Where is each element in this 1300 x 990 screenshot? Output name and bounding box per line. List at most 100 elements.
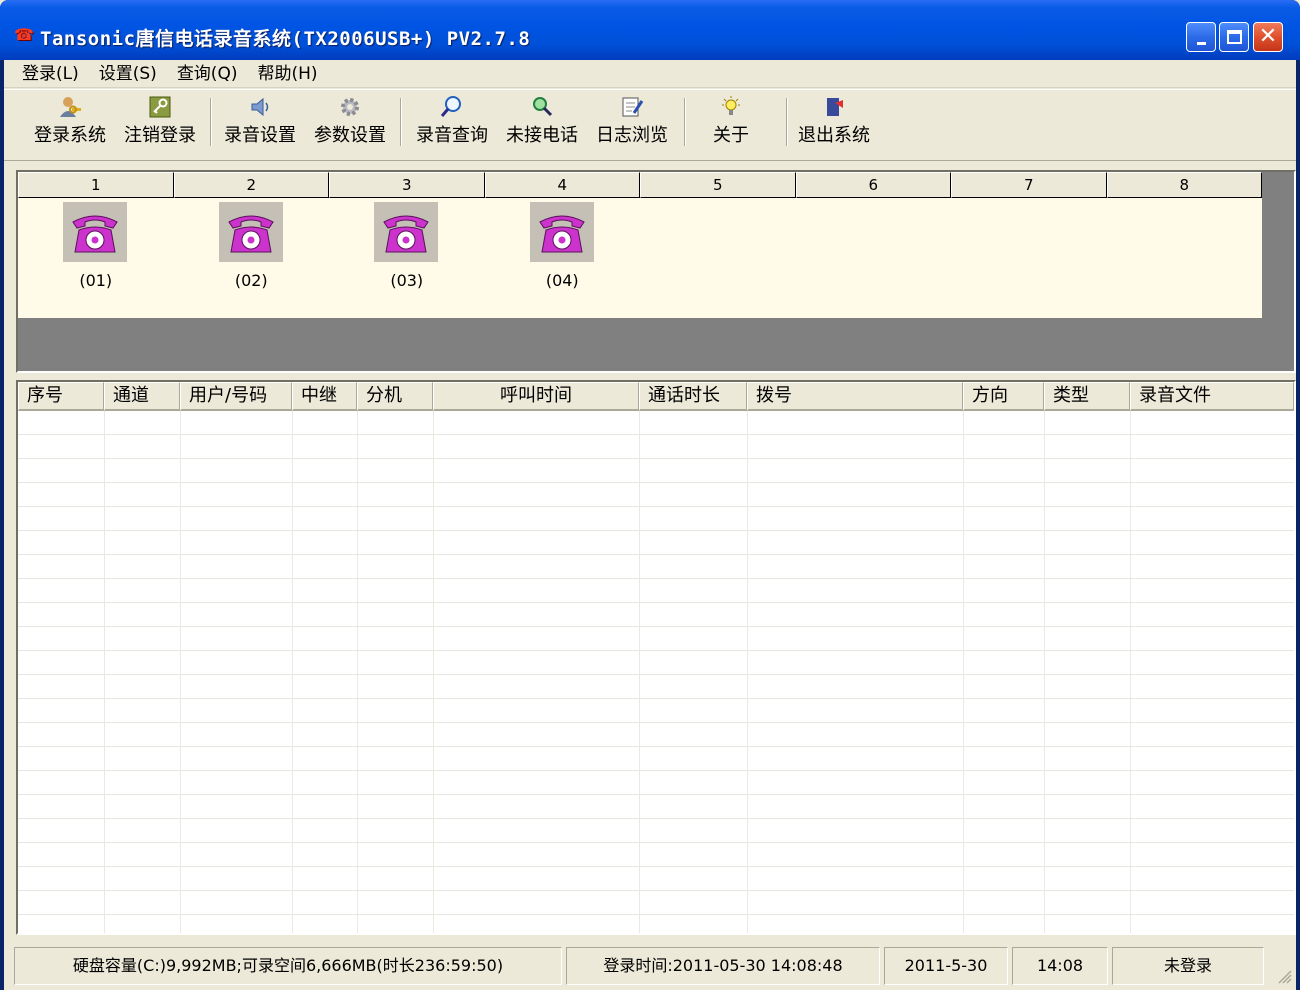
toolbar-label: 录音查询: [416, 125, 488, 146]
client-area: 登录(L) 设置(S) 查询(Q) 帮助(H) 登录系统 注销登录 录音设置 参…: [4, 60, 1296, 990]
lightbulb-icon: [719, 95, 743, 119]
telephone-icon[interactable]: [63, 202, 127, 262]
menu-bar: 登录(L) 设置(S) 查询(Q) 帮助(H): [4, 60, 1296, 88]
exit-door-icon: [822, 95, 846, 119]
toolbar-separator: [786, 98, 788, 146]
channel-panel: 1 2 3 4 5 6 7 8 (01) (02) (03) (04): [16, 170, 1296, 373]
user-key-icon: [58, 95, 82, 119]
channel-line-4[interactable]: (04): [485, 198, 641, 318]
toolbar-separator: [684, 98, 686, 146]
telephone-icon[interactable]: [529, 202, 594, 262]
channel-label: (02): [234, 271, 268, 290]
parameter-settings-button[interactable]: 参数设置: [308, 90, 392, 162]
speaker-icon: [248, 95, 272, 119]
maximize-icon: [1226, 30, 1242, 44]
channel-header-3[interactable]: 3: [329, 172, 485, 198]
channel-header-7[interactable]: 7: [951, 172, 1107, 198]
window-title: Tansonic唐信电话录音系统(TX2006USB+) PV2.7.8: [40, 28, 531, 50]
missed-calls-button[interactable]: 未接电话: [500, 90, 584, 162]
column-header-user-number[interactable]: 用户/号码: [180, 382, 292, 411]
log-edit-icon: [620, 95, 644, 119]
login-time-status: 登录时间:2011-05-30 14:08:48: [566, 947, 880, 985]
column-divider: [104, 411, 105, 933]
login-state-status: 未登录: [1112, 947, 1264, 985]
channel-header-4[interactable]: 4: [484, 172, 640, 198]
toolbar-label: 注销登录: [124, 125, 196, 146]
app-window: ☎ Tansonic唐信电话录音系统(TX2006USB+) PV2.7.8 ✕…: [0, 0, 1300, 990]
column-divider: [1044, 411, 1045, 933]
call-record-table[interactable]: 序号 通道 用户/号码 中继 分机 呼叫时间 通话时长 拨号 方向 类型 录音文…: [16, 380, 1296, 935]
login-system-button[interactable]: 登录系统: [28, 90, 112, 162]
toolbar-label: 录音设置: [224, 125, 296, 146]
menu-query[interactable]: 查询(Q): [167, 60, 248, 88]
telephone-icon[interactable]: [374, 202, 438, 262]
channel-label: (01): [79, 271, 113, 290]
toolbar-separator: [400, 98, 402, 146]
channel-header-1[interactable]: 1: [18, 172, 174, 198]
telephone-icon[interactable]: [218, 202, 283, 262]
about-button[interactable]: 关于: [700, 90, 762, 162]
toolbar-label: 关于: [713, 125, 749, 146]
column-header-channel[interactable]: 通道: [104, 382, 180, 411]
column-header-duration[interactable]: 通话时长: [639, 382, 747, 411]
table-header: 序号 通道 用户/号码 中继 分机 呼叫时间 通话时长 拨号 方向 类型 录音文…: [18, 382, 1294, 411]
column-divider: [433, 411, 434, 933]
column-header-type[interactable]: 类型: [1044, 382, 1130, 411]
close-button[interactable]: ✕: [1253, 22, 1283, 52]
logout-button[interactable]: 注销登录: [118, 90, 202, 162]
column-divider: [180, 411, 181, 933]
channel-header: 1 2 3 4 5 6 7 8: [18, 172, 1262, 198]
toolbar-label: 日志浏览: [596, 125, 668, 146]
minimize-button[interactable]: [1186, 22, 1216, 52]
column-header-trunk[interactable]: 中继: [292, 382, 357, 411]
menu-login[interactable]: 登录(L): [12, 60, 89, 88]
key-icon: [148, 95, 172, 119]
column-header-direction[interactable]: 方向: [963, 382, 1044, 411]
maximize-button[interactable]: [1219, 22, 1249, 52]
title-bar[interactable]: ☎ Tansonic唐信电话录音系统(TX2006USB+) PV2.7.8 ✕: [0, 0, 1300, 60]
channel-header-2[interactable]: 2: [173, 172, 329, 198]
log-browse-button[interactable]: 日志浏览: [590, 90, 674, 162]
column-header-call-time[interactable]: 呼叫时间: [433, 382, 639, 411]
toolbar: 登录系统 注销登录 录音设置 参数设置 录音查询 未接电话 日志浏览 关于 退出…: [4, 89, 1296, 161]
channel-line-3[interactable]: (03): [329, 198, 485, 318]
toolbar-label: 参数设置: [314, 125, 386, 146]
column-divider: [639, 411, 640, 933]
channel-line-1[interactable]: (01): [18, 198, 174, 318]
toolbar-label: 未接电话: [506, 125, 578, 146]
channel-label: (03): [390, 271, 424, 290]
status-bar: 硬盘容量(C:)9,992MB;可录空间6,666MB(时长236:59:50)…: [4, 941, 1296, 988]
table-body[interactable]: [18, 411, 1294, 933]
exit-system-button[interactable]: 退出系统: [792, 90, 876, 162]
minimize-icon: [1196, 41, 1206, 45]
column-divider: [747, 411, 748, 933]
column-header-index[interactable]: 序号: [18, 382, 104, 411]
search-phone-icon: [530, 95, 554, 119]
disk-capacity-status: 硬盘容量(C:)9,992MB;可录空间6,666MB(时长236:59:50): [14, 947, 562, 985]
channel-header-8[interactable]: 8: [1106, 172, 1262, 198]
menu-settings[interactable]: 设置(S): [89, 60, 167, 88]
magnifier-icon: [440, 95, 464, 119]
column-divider: [292, 411, 293, 933]
toolbar-label: 退出系统: [798, 125, 870, 146]
close-icon: ✕: [1258, 24, 1278, 49]
menu-help[interactable]: 帮助(H): [247, 60, 327, 88]
channel-header-5[interactable]: 5: [640, 172, 796, 198]
toolbar-separator: [210, 98, 212, 146]
column-divider: [963, 411, 964, 933]
column-header-dialed[interactable]: 拨号: [747, 382, 963, 411]
gear-icon: [338, 95, 362, 119]
resize-grip-icon[interactable]: [1274, 966, 1292, 984]
column-divider: [357, 411, 358, 933]
column-header-extension[interactable]: 分机: [357, 382, 433, 411]
date-status: 2011-5-30: [884, 947, 1008, 985]
channel-line-2[interactable]: (02): [174, 198, 330, 318]
column-divider: [1130, 411, 1131, 933]
time-status: 14:08: [1012, 947, 1108, 985]
toolbar-label: 登录系统: [34, 125, 106, 146]
column-header-record-file[interactable]: 录音文件: [1130, 382, 1294, 411]
phone-icon[interactable]: ☎: [14, 26, 34, 44]
channel-header-6[interactable]: 6: [795, 172, 951, 198]
record-settings-button[interactable]: 录音设置: [218, 90, 302, 162]
record-query-button[interactable]: 录音查询: [410, 90, 494, 162]
